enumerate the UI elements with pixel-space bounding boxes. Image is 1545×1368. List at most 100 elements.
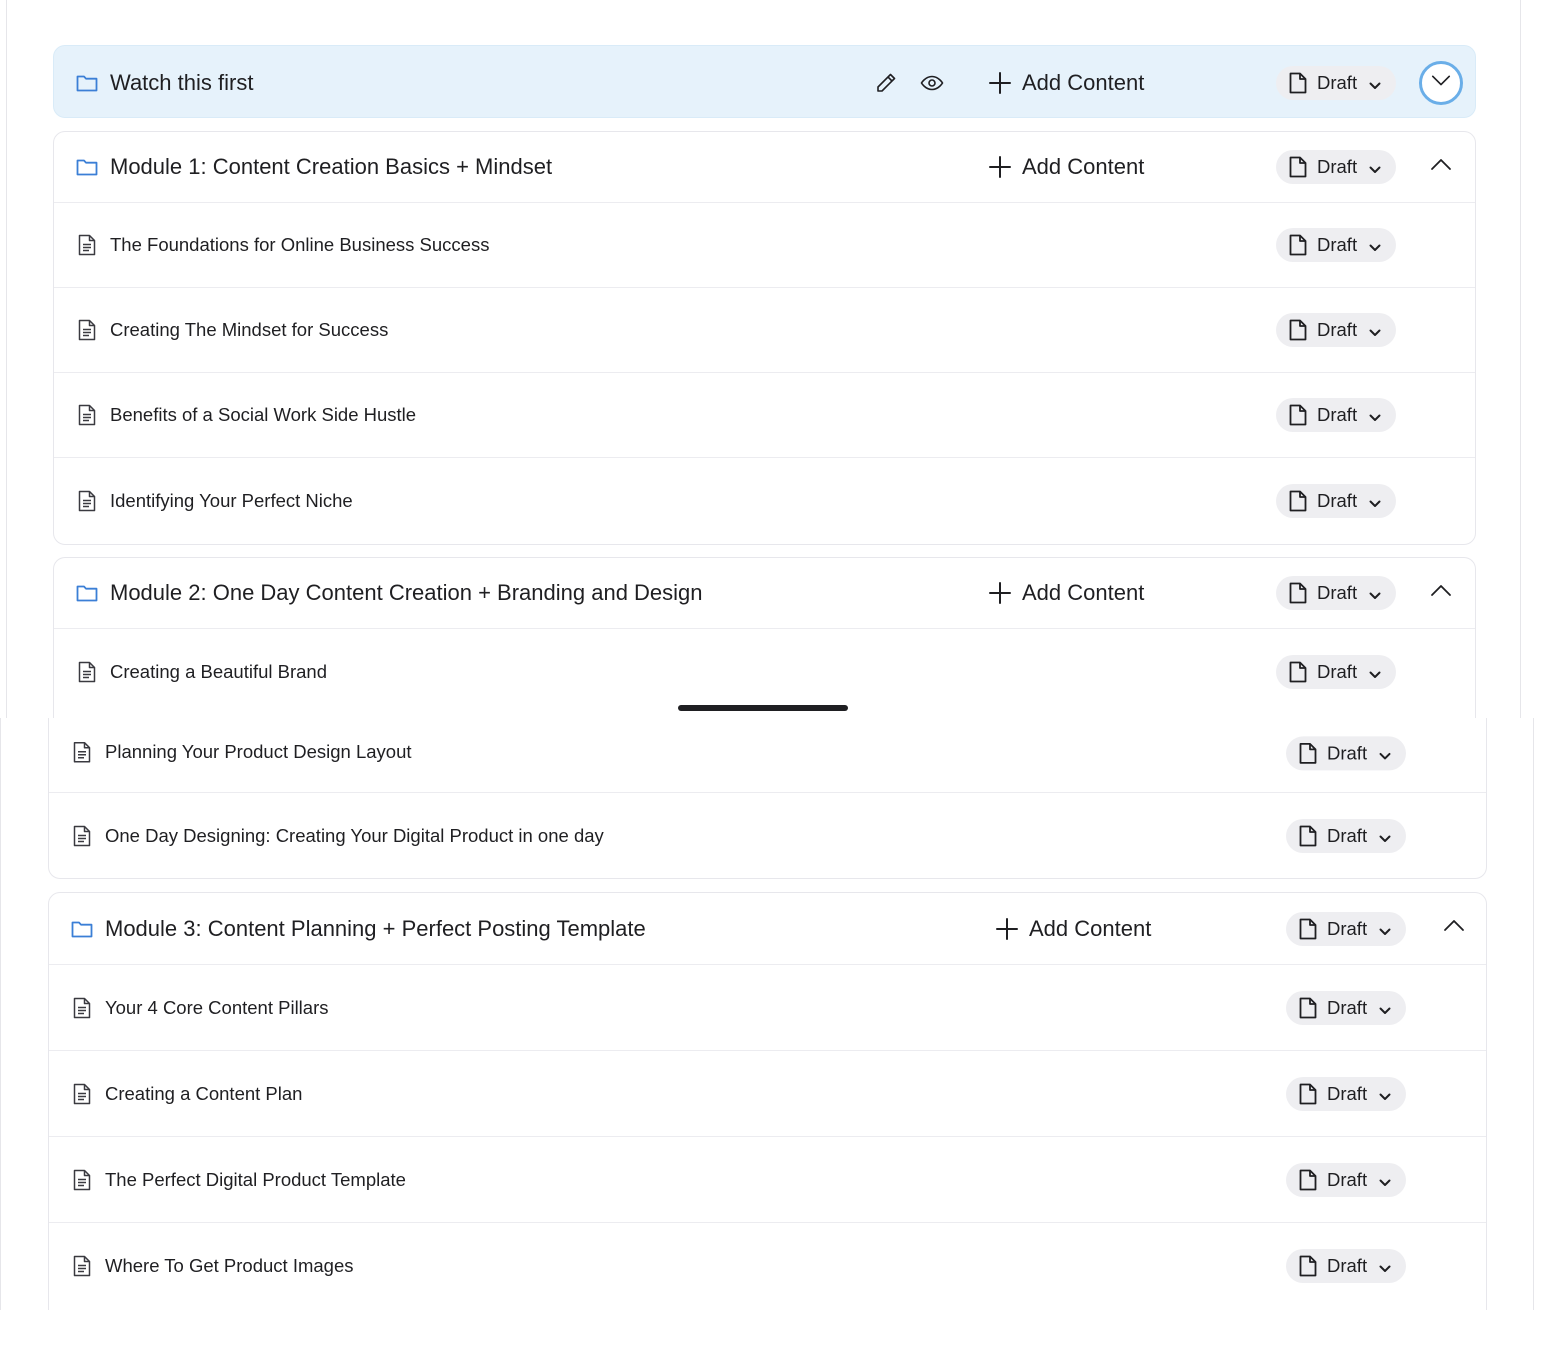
module-header[interactable]: Watch this first Add Content Draft: [54, 46, 1475, 117]
status-dropdown[interactable]: Draft: [1286, 1249, 1407, 1283]
lesson-row[interactable]: Benefits of a Social Work Side Hustle Dr…: [54, 373, 1475, 458]
folder-icon: [70, 917, 94, 941]
file-icon: [1298, 742, 1318, 764]
module-title: Module 2: One Day Content Creation + Bra…: [110, 580, 703, 605]
status-dropdown[interactable]: Draft: [1276, 313, 1397, 347]
lesson-row[interactable]: Creating a Content Plan Draft: [49, 1051, 1486, 1137]
lesson-title: Planning Your Product Design Layout: [105, 741, 412, 763]
status-dropdown[interactable]: Draft: [1286, 818, 1407, 853]
file-icon: [1288, 156, 1308, 178]
right-border-line: [1533, 718, 1534, 1310]
lesson-row[interactable]: One Day Designing: Creating Your Digital…: [49, 793, 1486, 878]
module-watch-this-first: Watch this first Add Content Draft: [53, 45, 1476, 118]
document-icon: [71, 997, 93, 1019]
chevron-down-icon: [1378, 746, 1392, 760]
lesson-title: The Foundations for Online Business Succ…: [110, 234, 490, 255]
bottom-screenshot-region: Planning Your Product Design Layout Draf…: [0, 718, 1545, 1310]
lesson-title: Identifying Your Perfect Niche: [110, 489, 353, 511]
status-label: Draft: [1327, 824, 1368, 846]
left-border-line: [6, 0, 7, 718]
status-dropdown[interactable]: Draft: [1286, 1162, 1407, 1197]
status-label: Draft: [1327, 996, 1368, 1018]
plus-icon: [995, 917, 1019, 941]
lesson-row[interactable]: The Foundations for Online Business Succ…: [54, 203, 1475, 288]
chevron-down-icon: [1368, 408, 1382, 422]
add-content-button[interactable]: Add Content: [995, 916, 1151, 942]
collapse-button[interactable]: [1437, 912, 1471, 946]
top-screenshot-region: Watch this first Add Content Draft Modul…: [0, 0, 1545, 718]
lesson-title: Benefits of a Social Work Side Hustle: [110, 404, 417, 425]
status-dropdown[interactable]: Draft: [1276, 65, 1397, 100]
lesson-row[interactable]: Where To Get Product Images Draft: [49, 1223, 1486, 1309]
chevron-down-icon: [1368, 586, 1382, 600]
file-icon: [1298, 1169, 1318, 1191]
module-title: Module 1: Content Creation Basics + Mind…: [110, 154, 553, 179]
lesson-row[interactable]: Creating a Beautiful Brand Draft: [54, 629, 1475, 714]
status-label: Draft: [1327, 1255, 1368, 1276]
status-dropdown[interactable]: Draft: [1276, 150, 1397, 184]
chevron-down-icon: [1368, 323, 1382, 337]
status-dropdown[interactable]: Draft: [1286, 990, 1407, 1025]
pencil-icon[interactable]: [874, 71, 898, 95]
document-icon: [71, 1255, 93, 1277]
status-dropdown[interactable]: Draft: [1276, 228, 1397, 262]
document-icon: [76, 319, 98, 341]
plus-icon: [988, 581, 1012, 605]
drag-tooltip-bar: [678, 705, 848, 711]
module-header[interactable]: Module 2: One Day Content Creation + Bra…: [54, 558, 1475, 629]
status-dropdown[interactable]: Draft: [1286, 911, 1407, 946]
status-label: Draft: [1317, 489, 1358, 511]
file-icon: [1288, 234, 1308, 256]
document-icon: [76, 234, 98, 256]
status-dropdown[interactable]: Draft: [1276, 654, 1397, 689]
file-icon: [1298, 1083, 1318, 1105]
chevron-down-icon: [1368, 160, 1382, 174]
file-icon: [1298, 918, 1318, 940]
file-icon: [1298, 997, 1318, 1019]
module-header[interactable]: Module 3: Content Planning + Perfect Pos…: [49, 893, 1486, 965]
document-icon: [76, 661, 98, 683]
module-1: Module 1: Content Creation Basics + Mind…: [53, 131, 1476, 545]
eye-icon[interactable]: [920, 71, 944, 95]
module-2-continued: Planning Your Product Design Layout Draf…: [48, 718, 1487, 879]
add-content-button[interactable]: Add Content: [988, 154, 1144, 180]
module-3: Module 3: Content Planning + Perfect Pos…: [48, 892, 1487, 1310]
lesson-title: Creating The Mindset for Success: [110, 319, 389, 340]
lesson-row[interactable]: The Perfect Digital Product Template Dra…: [49, 1137, 1486, 1223]
collapse-button[interactable]: [1424, 150, 1458, 184]
chevron-down-icon: [1368, 238, 1382, 252]
status-dropdown[interactable]: Draft: [1286, 1076, 1407, 1111]
lesson-title: One Day Designing: Creating Your Digital…: [105, 824, 604, 846]
lesson-row[interactable]: Identifying Your Perfect Niche Draft: [54, 458, 1475, 543]
lesson-row[interactable]: Your 4 Core Content Pillars Draft: [49, 965, 1486, 1051]
module-2: Module 2: One Day Content Creation + Bra…: [53, 557, 1476, 718]
add-content-label: Add Content: [1029, 915, 1152, 941]
folder-icon: [75, 155, 99, 179]
status-dropdown[interactable]: Draft: [1276, 576, 1397, 610]
lesson-title: Creating a Content Plan: [105, 1082, 303, 1104]
left-border-line: [0, 718, 1, 1310]
lesson-row[interactable]: Creating The Mindset for Success Draft: [54, 288, 1475, 373]
module-header[interactable]: Module 1: Content Creation Basics + Mind…: [54, 132, 1475, 203]
chevron-down-icon: [1378, 1087, 1392, 1101]
lesson-title: Where To Get Product Images: [105, 1255, 354, 1276]
lesson-row[interactable]: Planning Your Product Design Layout Draf…: [49, 718, 1486, 793]
chevron-up-icon: [1442, 914, 1466, 943]
status-label: Draft: [1317, 660, 1358, 682]
expand-toggle-button[interactable]: [1419, 60, 1463, 105]
status-dropdown[interactable]: Draft: [1286, 736, 1407, 771]
status-dropdown[interactable]: Draft: [1276, 398, 1397, 432]
plus-icon: [988, 71, 1012, 95]
status-dropdown[interactable]: Draft: [1276, 483, 1397, 518]
collapse-button[interactable]: [1424, 576, 1458, 610]
chevron-down-icon: [1378, 829, 1392, 843]
file-icon: [1298, 1255, 1318, 1277]
lesson-title: Your 4 Core Content Pillars: [105, 996, 329, 1018]
chevron-down-icon: [1378, 1173, 1392, 1187]
chevron-down-icon: [1368, 494, 1382, 508]
add-content-label: Add Content: [1022, 69, 1145, 95]
add-content-button[interactable]: Add Content: [988, 580, 1144, 606]
file-icon: [1298, 825, 1318, 847]
chevron-up-icon: [1429, 153, 1453, 182]
add-content-button[interactable]: Add Content: [988, 70, 1144, 96]
